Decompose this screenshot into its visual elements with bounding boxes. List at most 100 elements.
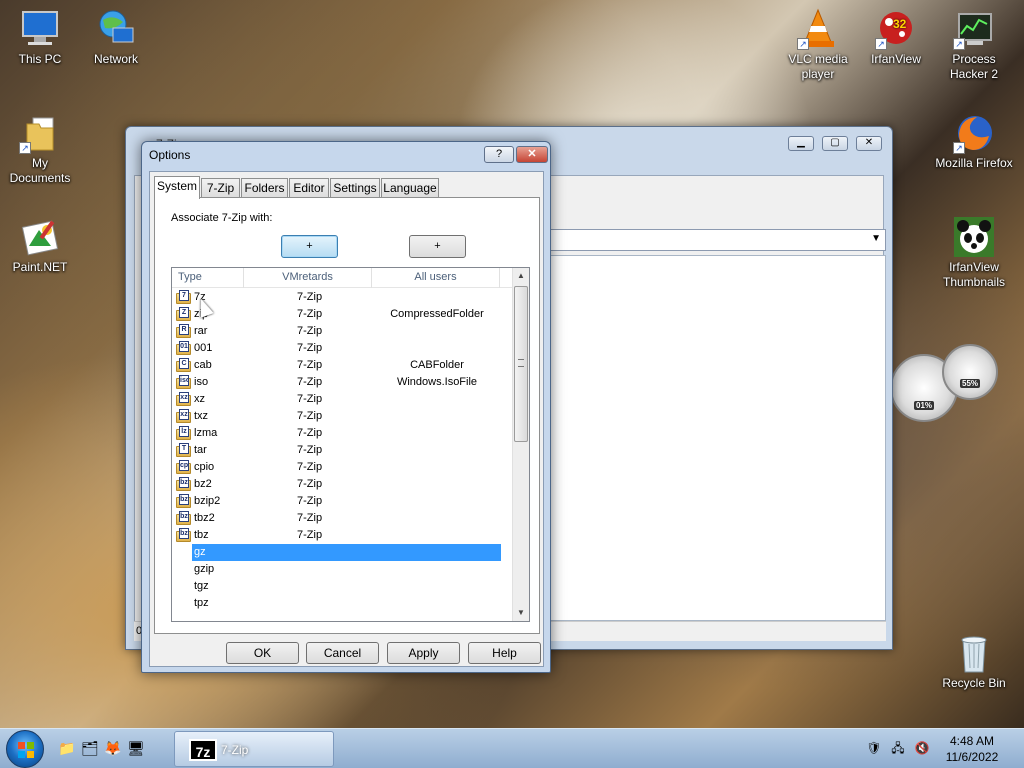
file-type-badge: T	[179, 443, 189, 454]
desktop-icon-vlc[interactable]: ↗ VLC media player	[778, 8, 858, 82]
panda-icon	[953, 216, 995, 258]
tab-folders[interactable]: Folders	[241, 178, 288, 198]
address-bar[interactable]: ▼	[546, 229, 886, 251]
windows-logo-icon	[18, 742, 34, 758]
irfanview-icon: 32 ↗	[875, 8, 917, 50]
column-header-all-users[interactable]: All users	[372, 268, 500, 288]
extension-cell: tar	[194, 444, 207, 456]
desktop-icon-network[interactable]: Network	[76, 8, 156, 67]
table-row[interactable]: Rrar 7-Zip	[172, 323, 512, 340]
start-button[interactable]	[6, 730, 44, 768]
vertical-scrollbar[interactable]: ▲ ▼	[512, 268, 529, 621]
extension-cell: tbz	[194, 529, 209, 541]
tab-language[interactable]: Language	[381, 178, 439, 198]
extension-cell: iso	[194, 376, 209, 388]
table-row[interactable]: bz tbz2 7-Zip	[172, 510, 512, 527]
association-list[interactable]: Type VMretards All users 7 7z 7-Zip Zzip 7-Z…	[171, 267, 530, 622]
computer-icon	[19, 8, 61, 50]
tab-7zip[interactable]: 7-Zip	[201, 178, 240, 198]
scroll-up-icon[interactable]: ▲	[513, 268, 529, 284]
scroll-thumb[interactable]	[514, 286, 528, 442]
taskbar-item-7zip[interactable]: 7z 7-Zip	[174, 731, 334, 767]
desktop-icon-process-hacker[interactable]: ↗ Process Hacker 2	[934, 8, 1014, 82]
desktop-icon-label: My Documents	[9, 156, 71, 185]
user-association-cell: 7-Zip	[297, 495, 323, 507]
scroll-down-icon[interactable]: ▼	[513, 605, 529, 621]
table-row[interactable]: lz lzma 7-Zip	[172, 425, 512, 442]
archive-file-icon: T	[176, 443, 191, 457]
file-type-badge: 01	[179, 341, 189, 352]
table-row[interactable]: tgz	[172, 578, 512, 595]
table-row[interactable]: isoiso 7-Zip Windows.IsoFile	[172, 374, 512, 391]
desktop-icon-irfanview-thumbnails[interactable]: IrfanView Thumbnails	[934, 216, 1014, 290]
options-dialog[interactable]: Options ? ✕ System 7-Zip Folders Editor …	[141, 141, 551, 673]
user-association-cell: 7-Zip	[297, 376, 323, 388]
extension-cell: tpz	[194, 597, 209, 609]
table-row[interactable]: Ttar 7-Zip	[172, 442, 512, 459]
cancel-button[interactable]: Cancel	[306, 642, 379, 664]
file-list[interactable]	[546, 255, 886, 621]
file-type-badge: Z	[179, 307, 189, 318]
dialog-body: System 7-Zip Folders Editor Settings Lan…	[149, 171, 544, 667]
maximize-button[interactable]: ▢	[822, 136, 848, 151]
tab-system[interactable]: System	[154, 176, 200, 199]
table-row[interactable]: bz bzip2 7-Zip	[172, 493, 512, 510]
minimize-button[interactable]: ▁	[788, 136, 814, 151]
table-row[interactable]: bz bz2 7-Zip	[172, 476, 512, 493]
file-type-badge: 7	[179, 290, 189, 301]
control-panel-icon[interactable]: 🗂	[80, 738, 100, 758]
extension-cell: rar	[194, 325, 208, 337]
close-dialog-button[interactable]: ✕	[516, 146, 548, 163]
firefox-icon[interactable]: 🦊	[103, 738, 123, 758]
table-row[interactable]: Ccab 7-Zip CABFolder	[172, 357, 512, 374]
ok-button[interactable]: OK	[226, 642, 299, 664]
desktop-icon-label: Process Hacker 2	[949, 52, 999, 81]
table-row[interactable]: xz txz 7-Zip	[172, 408, 512, 425]
associate-current-user-button[interactable]: +	[281, 235, 338, 258]
help-button[interactable]: Help	[468, 642, 541, 664]
clock[interactable]: 4:48 AM 11/6/2022	[936, 733, 1008, 765]
user-association-cell: 7-Zip	[297, 444, 323, 456]
table-row[interactable]: 01 001 7-Zip	[172, 340, 512, 357]
table-row[interactable]: gzip	[172, 561, 512, 578]
table-row[interactable]: gz	[172, 544, 512, 561]
cpu-value: 01%	[913, 401, 935, 410]
table-row[interactable]: 7 7z 7-Zip	[172, 289, 512, 306]
extension-cell: tgz	[194, 580, 209, 592]
column-header-user[interactable]: VMretards	[244, 268, 372, 288]
table-row[interactable]: Zzip 7-Zip CompressedFolder	[172, 306, 512, 323]
desktop-icon-my-documents[interactable]: ↗ My Documents	[0, 112, 80, 186]
cpu-meter-gadget[interactable]: 01% 55%	[890, 340, 1000, 440]
apply-button[interactable]: Apply	[387, 642, 460, 664]
tab-settings[interactable]: Settings	[330, 178, 380, 198]
close-button[interactable]: ✕	[856, 136, 882, 151]
desktop-icon-paint-net[interactable]: Paint.NET	[0, 216, 80, 275]
desktop-icon-firefox[interactable]: ↗ Mozilla Firefox	[934, 112, 1014, 171]
help-title-button[interactable]: ?	[484, 146, 514, 163]
remote-desktop-icon[interactable]: 🖥	[126, 738, 146, 758]
table-row[interactable]: xz xz 7-Zip	[172, 391, 512, 408]
action-center-icon[interactable]: 🛡	[866, 740, 882, 756]
archive-file-icon: xz	[176, 409, 191, 423]
archive-file-icon: lz	[176, 426, 191, 440]
desktop-icon-irfanview[interactable]: 32 ↗ IrfanView	[856, 8, 936, 67]
desktop-icon-recycle-bin[interactable]: Recycle Bin	[934, 632, 1014, 691]
table-row[interactable]: tpz	[172, 595, 512, 612]
desktop-icon-label: VLC media player	[788, 52, 848, 81]
table-row[interactable]: cp cpio 7-Zip	[172, 459, 512, 476]
explorer-icon[interactable]: 📁	[57, 738, 77, 758]
extension-cell: cab	[194, 359, 212, 371]
archive-file-icon: bz	[176, 494, 191, 508]
table-row[interactable]: bz tbz 7-Zip	[172, 527, 512, 544]
user-association-cell: 7-Zip	[297, 478, 323, 490]
associate-label: Associate 7-Zip with:	[171, 212, 273, 224]
list-header: Type VMretards All users	[172, 268, 512, 288]
column-header-type[interactable]: Type	[178, 268, 244, 288]
network-tray-icon[interactable]: 🖧	[890, 740, 906, 756]
volume-muted-icon[interactable]: 🔇	[914, 740, 930, 756]
archive-file-icon: Z	[176, 307, 191, 321]
desktop-icon-this-pc[interactable]: This PC	[0, 8, 80, 67]
chevron-down-icon[interactable]: ▼	[871, 233, 881, 244]
tab-editor[interactable]: Editor	[289, 178, 329, 198]
associate-all-users-button[interactable]: +	[409, 235, 466, 258]
